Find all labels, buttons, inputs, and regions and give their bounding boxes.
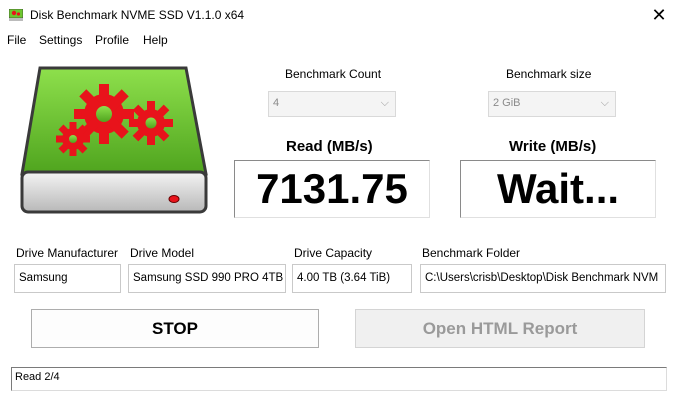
benchmark-folder-label: Benchmark Folder (422, 246, 521, 260)
write-label: Write (MB/s) (509, 138, 597, 155)
chevron-down-icon: ⌵ (380, 97, 389, 109)
read-value: 7131.75 (256, 165, 408, 212)
window-title: Disk Benchmark NVME SSD V1.1.0 x64 (30, 8, 245, 22)
drive-manufacturer-value: Samsung (19, 272, 68, 284)
drive-manufacturer-label: Drive Manufacturer (16, 246, 119, 260)
benchmark-size-value: 2 GiB (493, 97, 521, 109)
menu-bar: File Settings Profile Help (0, 31, 676, 51)
menu-file[interactable]: File (7, 33, 26, 47)
drive-capacity-value: 4.00 TB (3.64 TiB) (297, 272, 391, 284)
benchmark-size-label: Benchmark size (506, 67, 592, 81)
drive-gears-icon (20, 66, 208, 214)
drive-capacity-field[interactable]: 4.00 TB (3.64 TiB) (292, 264, 412, 293)
write-result-box: Wait... (460, 160, 656, 218)
benchmark-count-select[interactable]: 4 ⌵ (268, 91, 396, 117)
menu-settings[interactable]: Settings (39, 33, 82, 47)
close-button[interactable]: ✕ (642, 0, 676, 31)
benchmark-count-label: Benchmark Count (285, 67, 382, 81)
status-bar: Read 2/4 (11, 367, 667, 391)
read-label: Read (MB/s) (286, 138, 373, 155)
benchmark-count-value: 4 (273, 97, 280, 109)
read-result-box: 7131.75 (234, 160, 430, 218)
menu-help[interactable]: Help (143, 33, 168, 47)
write-value: Wait... (496, 165, 620, 212)
drive-model-field[interactable]: Samsung SSD 990 PRO 4TB (128, 264, 286, 293)
drive-capacity-label: Drive Capacity (294, 246, 373, 260)
benchmark-size-select[interactable]: 2 GiB ⌵ (488, 91, 616, 117)
menu-profile[interactable]: Profile (95, 33, 129, 47)
drive-manufacturer-field[interactable]: Samsung (14, 264, 121, 293)
status-text: Read 2/4 (15, 371, 60, 383)
chevron-down-icon: ⌵ (600, 97, 609, 109)
drive-model-value: Samsung SSD 990 PRO 4TB (133, 272, 284, 284)
drive-model-label: Drive Model (130, 246, 195, 260)
benchmark-folder-value: C:\Users\crisb\Desktop\Disk Benchmark NV… (425, 272, 659, 284)
stop-button[interactable]: STOP (31, 309, 319, 348)
open-html-report-button[interactable]: Open HTML Report (355, 309, 645, 348)
title-bar: Disk Benchmark NVME SSD V1.1.0 x64 ✕ (0, 0, 676, 31)
benchmark-folder-field[interactable]: C:\Users\crisb\Desktop\Disk Benchmark NV… (420, 264, 666, 293)
drive-gears-icon (9, 9, 23, 21)
